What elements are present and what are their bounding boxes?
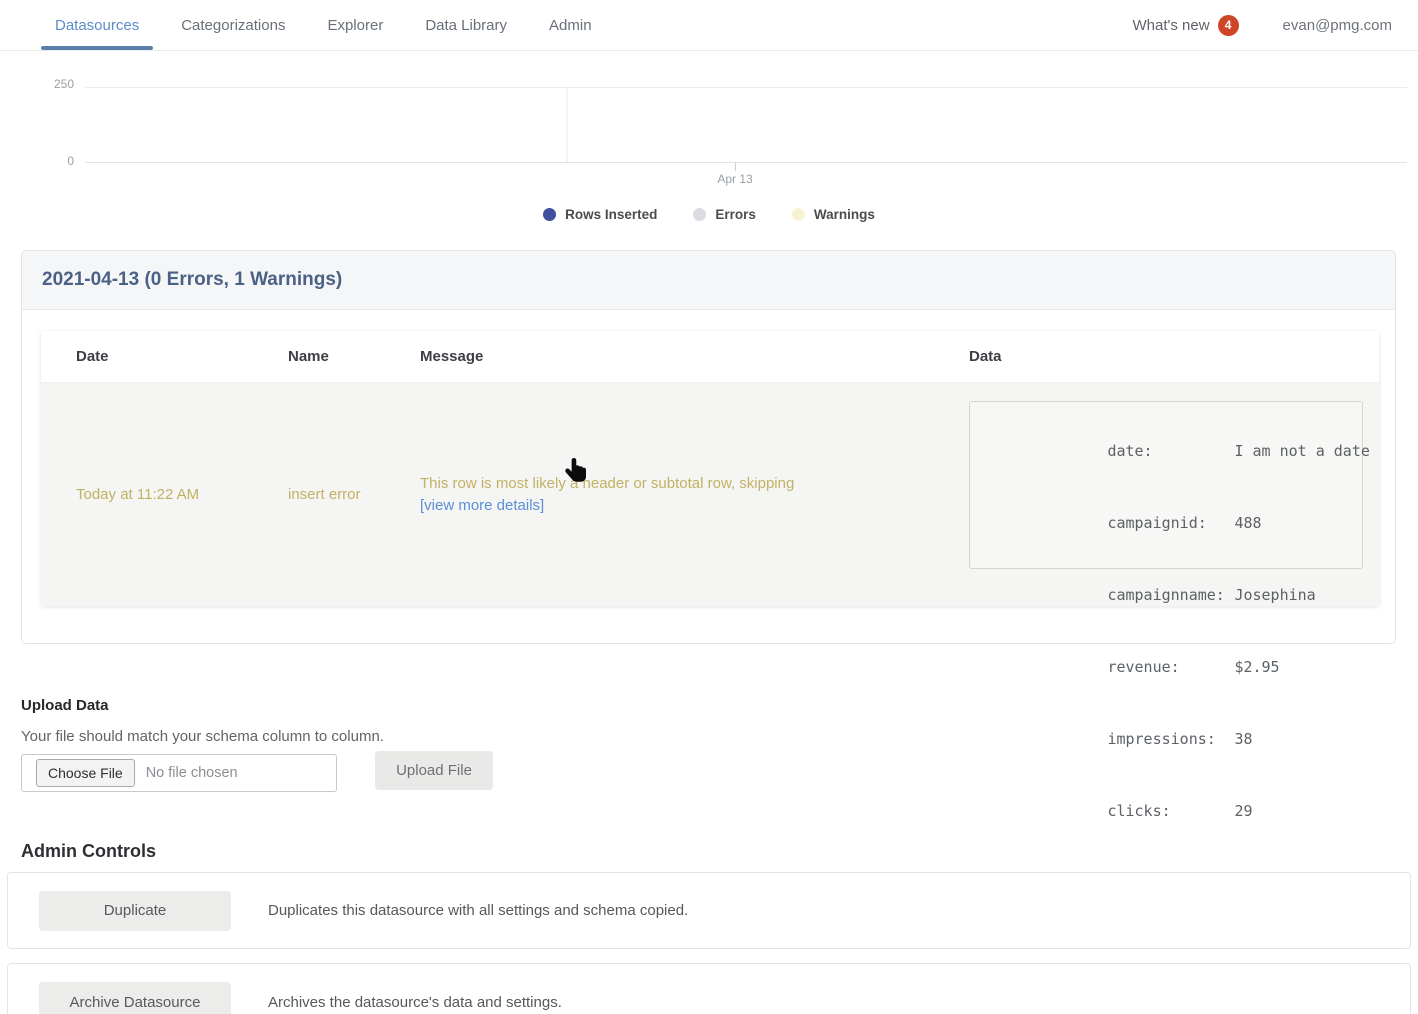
gridline-250 (85, 87, 1407, 88)
data-field-key: revenue: (1107, 655, 1234, 679)
day-errors-panel: 2021-04-13 (0 Errors, 1 Warnings) Date N… (21, 250, 1396, 644)
nav-tab-data-library[interactable]: Data Library (411, 0, 521, 50)
whats-new-label: What's new (1132, 17, 1209, 34)
day-errors-panel-title: 2021-04-13 (0 Errors, 1 Warnings) (42, 269, 342, 291)
archive-datasource-button[interactable]: Archive Datasource (39, 982, 231, 1014)
nav-tab-datasources[interactable]: Datasources (41, 0, 153, 50)
nav-tab-explorer[interactable]: Explorer (313, 0, 397, 50)
nav-right: What's new 4 evan@pmg.com (1132, 15, 1418, 36)
warning-message-text: This row is most likely a header or subt… (420, 475, 934, 492)
nav-tabs: Datasources Categorizations Explorer Dat… (0, 0, 613, 50)
user-email-menu[interactable]: evan@pmg.com (1283, 17, 1392, 34)
upload-data-heading: Upload Data (21, 697, 109, 714)
data-field-key: campaignid: (1107, 511, 1234, 535)
data-field-revenue: revenue:$2.95 (981, 631, 1362, 703)
row-message-cell: This row is most likely a header or subt… (385, 383, 934, 606)
archive-description: Archives the datasource's data and setti… (268, 994, 562, 1011)
nav-tab-admin[interactable]: Admin (535, 0, 606, 50)
legend-dot-warnings-icon (792, 208, 805, 221)
legend-dot-rows-inserted-icon (543, 208, 556, 221)
y-axis-tick-0: 0 (34, 154, 74, 168)
data-field-campaignid: campaignid:488 (981, 487, 1362, 559)
legend-item-warnings[interactable]: Warnings (792, 207, 875, 222)
duplicate-control-card: Duplicate Duplicates this datasource wit… (7, 872, 1411, 949)
table-row: Today at 11:22 AM insert error This row … (41, 383, 1379, 606)
whats-new-link[interactable]: What's new 4 (1132, 15, 1238, 36)
legend-dot-errors-icon (693, 208, 706, 221)
row-date-cell: Today at 11:22 AM (41, 383, 253, 606)
column-header-data: Data (934, 348, 1379, 365)
chart-legend: Rows Inserted Errors Warnings (0, 207, 1418, 222)
legend-item-errors[interactable]: Errors (693, 207, 756, 222)
column-header-date: Date (41, 348, 253, 365)
errors-table-header-row: Date Name Message Data (41, 331, 1379, 383)
errors-table: Date Name Message Data Today at 11:22 AM… (41, 331, 1379, 606)
choose-file-button[interactable]: Choose File (36, 759, 135, 787)
upload-data-description: Your file should match your schema colum… (21, 728, 384, 745)
datasource-page: Datasources Categorizations Explorer Dat… (0, 0, 1418, 1014)
top-nav: Datasources Categorizations Explorer Dat… (0, 0, 1418, 51)
y-axis-tick-250: 250 (34, 77, 74, 91)
duplicate-description: Duplicates this datasource with all sett… (268, 902, 688, 919)
data-field-value: 29 (1234, 802, 1252, 820)
legend-label-errors: Errors (715, 207, 756, 222)
data-field-value: I am not a date (1234, 442, 1369, 460)
row-data-cell: date:I am not a date campaignid:488 camp… (934, 383, 1379, 606)
chart-bar-faint (566, 88, 568, 162)
data-field-key: date: (1107, 439, 1234, 463)
column-header-name: Name (253, 348, 385, 365)
data-field-date: date:I am not a date (981, 415, 1362, 487)
data-field-clicks: clicks:29 (981, 775, 1362, 847)
ingestion-chart: 250 0 Apr 13 Rows Inserted Errors Warnin… (0, 51, 1418, 243)
admin-controls-heading: Admin Controls (21, 841, 156, 862)
no-file-chosen-text: No file chosen (146, 765, 238, 781)
nav-tab-categorizations[interactable]: Categorizations (167, 0, 299, 50)
x-axis-label-apr13: Apr 13 (717, 172, 752, 186)
legend-label-rows-inserted: Rows Inserted (565, 207, 657, 222)
legend-item-rows-inserted[interactable]: Rows Inserted (543, 207, 657, 222)
data-field-key: impressions: (1107, 727, 1234, 751)
archive-control-card: Archive Datasource Archives the datasour… (7, 963, 1411, 1014)
row-name-cell: insert error (253, 383, 385, 606)
column-header-message: Message (385, 348, 934, 365)
day-errors-panel-header: 2021-04-13 (0 Errors, 1 Warnings) (22, 251, 1395, 310)
row-data-json-box: date:I am not a date campaignid:488 camp… (969, 401, 1363, 569)
data-field-key: clicks: (1107, 799, 1234, 823)
x-axis-tick-mark (735, 163, 736, 171)
data-field-campaignname: campaignname:Josephina (981, 559, 1362, 631)
x-axis-line (85, 162, 1407, 163)
duplicate-button[interactable]: Duplicate (39, 891, 231, 931)
data-field-value: 488 (1234, 514, 1261, 532)
file-input[interactable]: Choose File No file chosen (21, 754, 337, 792)
data-field-impressions: impressions:38 (981, 703, 1362, 775)
whats-new-count-badge: 4 (1218, 15, 1239, 36)
data-field-value: Josephina (1234, 586, 1315, 604)
data-field-value: 38 (1234, 730, 1252, 748)
legend-label-warnings: Warnings (814, 207, 875, 222)
data-field-key: campaignname: (1107, 583, 1234, 607)
upload-file-button[interactable]: Upload File (375, 751, 493, 790)
view-more-details-link[interactable]: [view more details] (420, 497, 544, 514)
data-field-value: $2.95 (1234, 658, 1279, 676)
